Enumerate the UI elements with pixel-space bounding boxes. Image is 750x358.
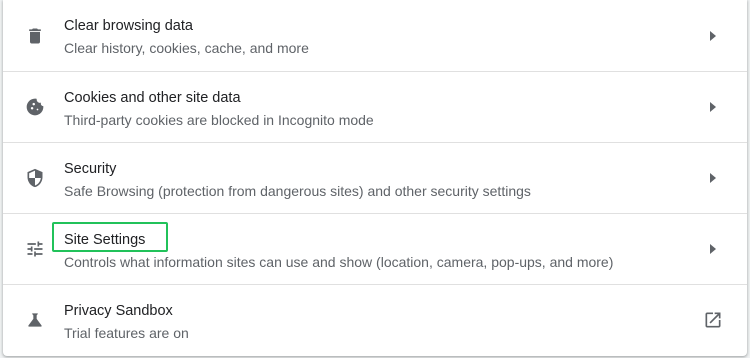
row-subtitle: Clear history, cookies, cache, and more <box>64 40 309 56</box>
row-security[interactable]: Security Safe Browsing (protection from … <box>3 142 747 213</box>
row-subtitle: Controls what information sites can use … <box>64 254 614 270</box>
row-subtitle: Trial features are on <box>64 325 189 341</box>
chevron-right-icon[interactable] <box>707 30 719 42</box>
open-in-new-icon[interactable] <box>703 310 723 330</box>
row-clear-browsing-data[interactable]: Clear browsing data Clear history, cooki… <box>3 0 747 71</box>
tune-icon <box>23 237 47 261</box>
trash-icon <box>23 24 47 48</box>
row-title: Cookies and other site data <box>64 90 241 106</box>
row-title: Clear browsing data <box>64 18 193 34</box>
flask-icon <box>23 308 47 332</box>
row-subtitle: Safe Browsing (protection from dangerous… <box>64 183 531 199</box>
chevron-right-icon[interactable] <box>707 172 719 184</box>
shield-icon <box>23 166 47 190</box>
row-title: Security <box>64 161 117 177</box>
cookie-icon <box>23 95 47 119</box>
row-privacy-sandbox[interactable]: Privacy Sandbox Trial features are on <box>3 284 747 355</box>
row-title: Site Settings <box>64 232 146 248</box>
privacy-and-security-card: Clear browsing data Clear history, cooki… <box>3 0 747 356</box>
chevron-right-icon[interactable] <box>707 101 719 113</box>
row-subtitle: Third-party cookies are blocked in Incog… <box>64 112 374 128</box>
row-title: Privacy Sandbox <box>64 303 173 319</box>
row-site-settings[interactable]: Site Settings Controls what information … <box>3 213 747 284</box>
row-cookies-and-site-data[interactable]: Cookies and other site data Third-party … <box>3 71 747 142</box>
chevron-right-icon[interactable] <box>707 243 719 255</box>
